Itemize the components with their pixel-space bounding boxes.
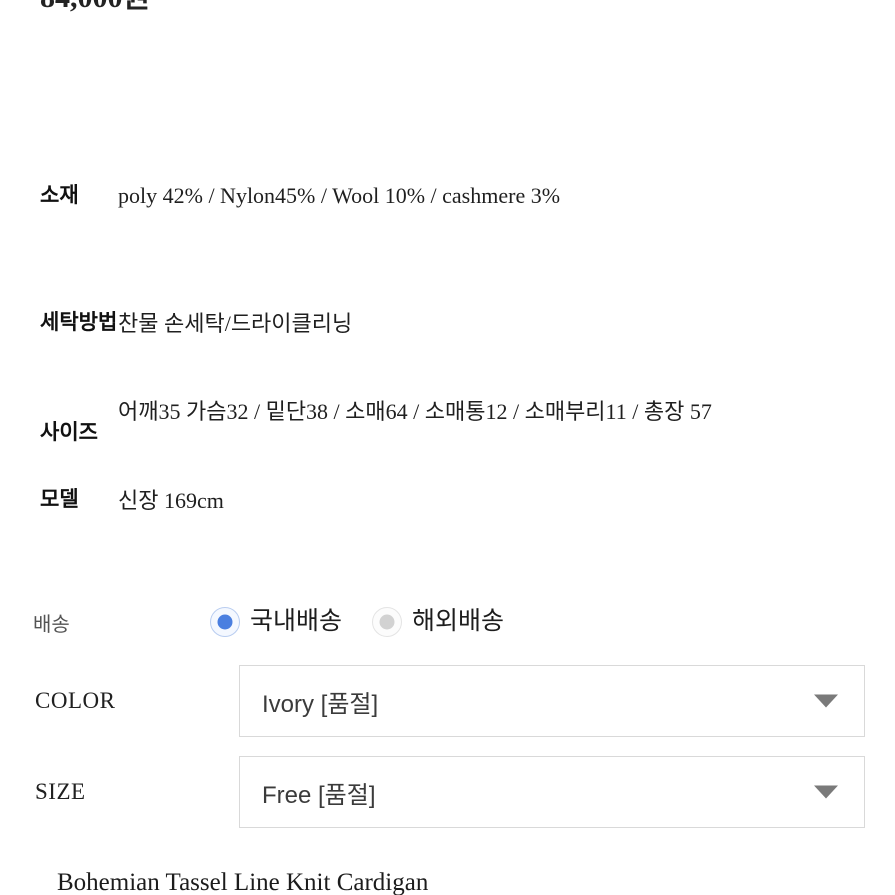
radio-option-overseas-shipping[interactable]: 해외배송: [372, 607, 504, 637]
radio-unselected-icon[interactable]: [372, 607, 403, 637]
color-select[interactable]: Ivory [품절]: [239, 665, 865, 737]
shipping-label: 배송: [33, 613, 70, 636]
option-label-size: SIZE: [35, 779, 86, 804]
radio-selected-icon[interactable]: [210, 607, 240, 637]
spec-value-material: poly 42% / Nylon45% / Wool 10% / cashmer…: [118, 183, 561, 208]
product-spec-table: 소재 poly 42% / Nylon45% / Wool 10% / cash…: [0, 160, 895, 520]
spec-label-model: 모델: [40, 487, 79, 511]
option-row-size: SIZE Free [품절]: [0, 751, 895, 833]
spec-row-wash-method: 세탁방법 찬물 손세탁/드라이클리닝: [0, 275, 895, 355]
chevron-down-icon[interactable]: [814, 694, 838, 708]
spec-row-material: 소재 poly 42% / Nylon45% / Wool 10% / cash…: [0, 160, 895, 275]
spec-row-model: 모델 신장 169cm: [0, 460, 895, 520]
chevron-down-icon[interactable]: [814, 785, 838, 799]
bottom-product-title-text: Bohemian Tassel Line Knit Cardigan: [57, 869, 429, 895]
shipping-row: 배송 국내배송 해외배송: [0, 598, 895, 646]
bottom-product-title: Bohemian Tassel Line Knit Cardigan: [0, 866, 895, 895]
price-text: 84,000원: [40, 0, 150, 17]
size-select-value: Free [품절]: [262, 781, 376, 809]
option-row-color: COLOR Ivory [품절]: [0, 660, 895, 742]
radio-label-domestic-shipping: 국내배송: [250, 608, 343, 635]
color-select-value: Ivory [품절]: [262, 690, 379, 718]
option-label-color: COLOR: [35, 688, 116, 713]
product-price: 84,000원: [40, 0, 150, 19]
spec-value-size: 어깨35 가슴32 / 밑단38 / 소매64 / 소매통12 / 소매부리11…: [118, 399, 712, 424]
spec-value-model: 신장 169cm: [118, 488, 224, 513]
spec-label-size: 사이즈: [40, 420, 98, 444]
shipping-radio-group: 국내배송 해외배송: [210, 607, 534, 637]
size-select[interactable]: Free [품절]: [239, 756, 865, 828]
spec-value-wash-method: 찬물 손세탁/드라이클리닝: [118, 311, 353, 336]
spec-label-wash-method: 세탁방법: [40, 310, 118, 334]
spec-label-material: 소재: [40, 183, 79, 207]
radio-label-overseas-shipping: 해외배송: [412, 608, 505, 635]
spec-row-size: 사이즈 어깨35 가슴32 / 밑단38 / 소매64 / 소매통12 / 소매…: [0, 355, 895, 460]
radio-option-domestic-shipping[interactable]: 국내배송: [210, 607, 342, 637]
